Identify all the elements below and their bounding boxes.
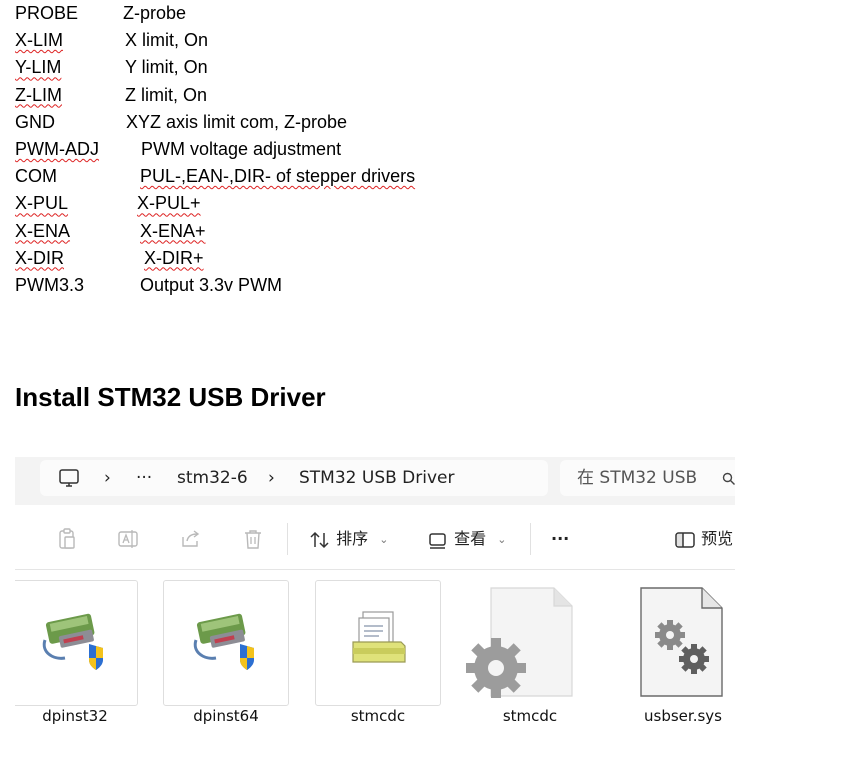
computer-icon[interactable] (58, 460, 80, 496)
search-icon[interactable] (722, 471, 735, 491)
pin-row: PROBE Z-probe (15, 0, 535, 27)
pin-description: Z limit, On (125, 84, 208, 105)
sort-button[interactable]: 排序 ⌄ (309, 515, 388, 563)
pin-name: Y-LIM (15, 57, 62, 78)
pin-row: X-LIM X limit, On (15, 27, 535, 54)
breadcrumb-overflow[interactable]: ··· (136, 460, 152, 496)
installer-icon (190, 608, 262, 677)
pin-row: X-ENA X-ENA+ (15, 218, 535, 245)
pin-description: PWM voltage adjustment (141, 138, 342, 159)
file-name-label[interactable]: stmcdc (455, 707, 605, 725)
view-button[interactable]: 查看 ⌄ (427, 515, 506, 563)
pin-description: XYZ axis limit com, Z-probe (126, 111, 348, 132)
file-name-label[interactable]: dpinst32 (15, 707, 150, 725)
pin-name: X-LIM (15, 30, 64, 51)
pin-row: X-DIR X-DIR+ (15, 245, 535, 272)
chevron-down-icon: ⌄ (379, 532, 389, 546)
file-name-label[interactable]: usbser.sys (608, 707, 735, 725)
pin-description: X-PUL+ (137, 193, 201, 214)
file-name-label[interactable]: stmcdc (303, 707, 453, 725)
sort-label: 排序 (336, 529, 369, 548)
preview-pane-icon (675, 531, 695, 548)
chevron-right-icon[interactable]: › (268, 460, 275, 496)
paste-icon[interactable] (55, 527, 79, 551)
pin-name: X-DIR (15, 247, 64, 268)
sort-icon (310, 531, 329, 548)
pin-name: Z-LIM (15, 84, 62, 105)
view-label: 查看 (454, 529, 487, 548)
pin-name: GND (15, 111, 55, 132)
breadcrumb-folder[interactable]: stm32-6 (177, 460, 248, 496)
pin-row: Z-LIM Z limit, On (15, 82, 535, 109)
search-input[interactable]: 在 STM32 USB (560, 460, 735, 496)
pin-row: GND XYZ axis limit com, Z-probe (15, 109, 535, 136)
catalog-file-icon (466, 584, 576, 709)
pin-description: PUL-,EAN-,DIR- of stepper drivers (140, 166, 416, 187)
delete-icon[interactable] (241, 527, 265, 551)
pin-description: X-DIR+ (144, 247, 204, 268)
installer-icon (39, 608, 111, 677)
pin-name: PWM-ADJ (15, 138, 99, 159)
chevron-down-icon: ⌄ (497, 532, 507, 546)
pin-row: Y-LIM Y limit, On (15, 54, 535, 81)
more-options-button[interactable]: ··· (551, 515, 569, 563)
pin-description: X-ENA+ (140, 220, 206, 241)
rename-icon[interactable] (116, 527, 140, 551)
file-explorer-screenshot: › ··· stm32-6 › STM32 USB Driver 在 STM32… (15, 457, 735, 757)
preview-label: 预览 (701, 529, 734, 548)
pin-row: X-PUL X-PUL+ (15, 190, 535, 217)
view-icon (429, 532, 446, 549)
pin-name: PROBE (15, 3, 79, 23)
setup-info-icon (349, 610, 409, 673)
pin-row: COM PUL-,EAN-,DIR- of stepper drivers (15, 163, 535, 190)
pin-name: X-ENA (15, 220, 71, 241)
toolbar-divider (530, 523, 531, 555)
pin-name: X-PUL (15, 193, 69, 214)
file-name-label[interactable]: dpinst64 (151, 707, 301, 725)
pin-description: Y limit, On (125, 57, 208, 78)
pin-name: PWM3.3 (15, 274, 85, 295)
pin-row: PWM3.3 Output 3.3v PWM (15, 272, 535, 299)
pin-row: PWM-ADJ PWM voltage adjustment (15, 136, 535, 163)
search-placeholder: 在 STM32 USB (577, 468, 698, 488)
section-heading: Install STM32 USB Driver (15, 382, 326, 412)
toolbar-bottom-divider (15, 569, 735, 570)
pin-description: Output 3.3v PWM (140, 274, 283, 295)
toolbar-divider (287, 523, 288, 555)
preview-pane-button[interactable]: 预览 (674, 515, 733, 563)
pin-description: X limit, On (125, 30, 209, 51)
pin-name: COM (15, 166, 57, 187)
chevron-right-icon[interactable]: › (104, 460, 111, 496)
system-file-icon (638, 585, 724, 704)
command-bar: 排序 ⌄ 查看 ⌄ ··· 预览 (15, 515, 735, 563)
pin-table: PROBE Z-probe X-LIM X limit, On Y-LIM Y … (15, 0, 535, 299)
share-icon[interactable] (179, 527, 203, 551)
pin-description: Z-probe (123, 3, 187, 23)
address-bar[interactable]: › ··· stm32-6 › STM32 USB Driver (40, 460, 548, 496)
breadcrumb-current[interactable]: STM32 USB Driver (299, 460, 455, 496)
